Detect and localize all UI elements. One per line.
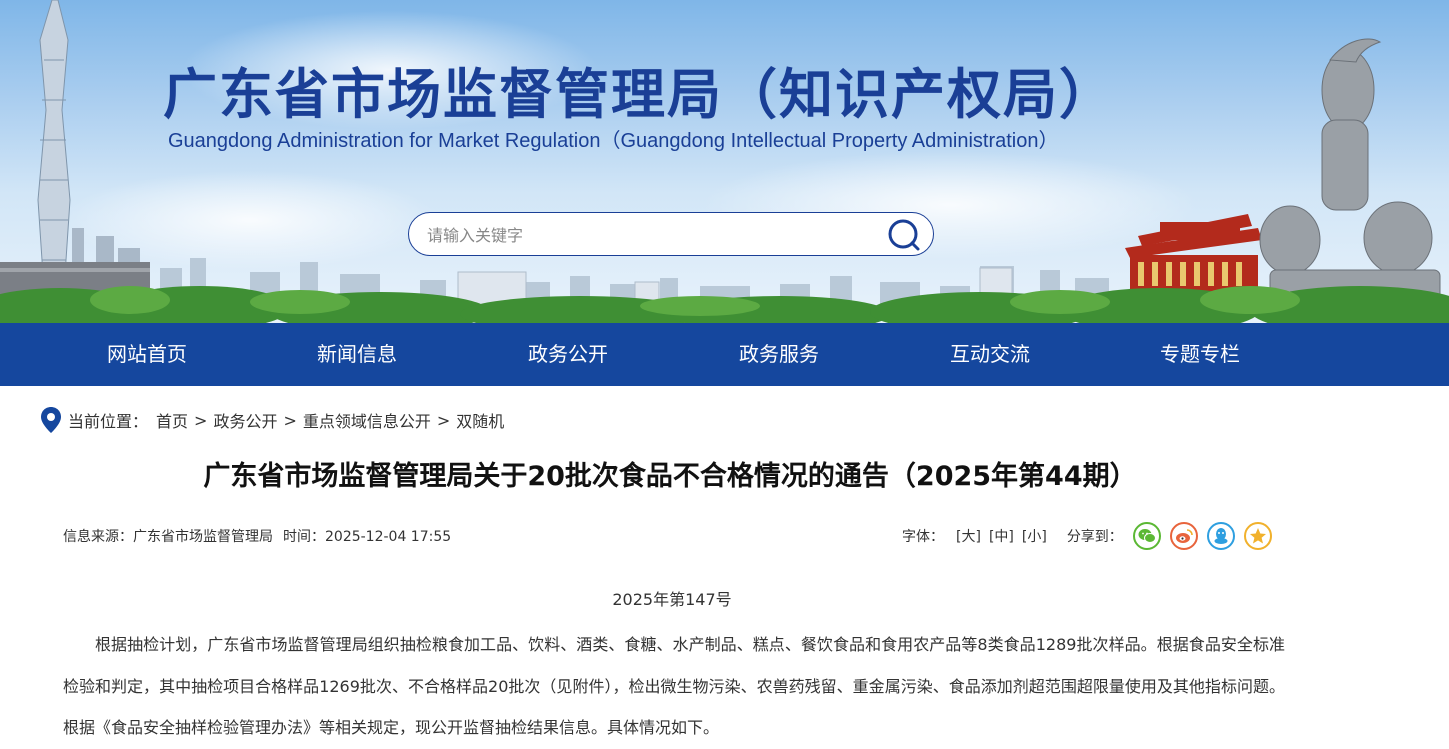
site-subtitle: Guangdong Administration for Market Regu… xyxy=(168,130,1059,152)
location-pin-icon xyxy=(41,407,61,433)
document-number: 2025年第147号 xyxy=(612,590,732,609)
site-title: 广东省市场监督管理局（知识产权局） xyxy=(163,63,1115,126)
nav-item-gov-services[interactable]: 政务服务 xyxy=(709,323,849,386)
breadcrumb-link-gov-affairs-open[interactable]: 政务公开 xyxy=(213,408,277,432)
time-value: 2025-12-04 17:55 xyxy=(325,529,452,545)
wechat-icon xyxy=(1138,529,1156,543)
qq-icon xyxy=(1214,528,1228,544)
nav-item-home[interactable]: 网站首页 xyxy=(77,323,217,386)
weibo-icon xyxy=(1175,529,1193,543)
font-size-medium-button[interactable]: [中] xyxy=(989,526,1014,546)
search-icon xyxy=(888,219,920,251)
time-label: 时间： xyxy=(283,529,325,545)
canton-tower xyxy=(37,0,71,291)
article-title: 广东省市场监督管理局关于20批次食品不合格情况的通告（2025年第44期） xyxy=(203,461,1137,492)
search-button[interactable] xyxy=(887,217,923,253)
font-size-large-button[interactable]: [大] xyxy=(956,526,981,546)
share-label: 分享到： xyxy=(1066,529,1123,545)
nav-item-gov-affairs-open[interactable]: 政务公开 xyxy=(498,323,638,386)
city-skyline-illustration xyxy=(0,0,1449,323)
breadcrumb-separator: > xyxy=(283,410,297,430)
breadcrumb-link-key-areas[interactable]: 重点领域信息公开 xyxy=(303,408,431,432)
search-box xyxy=(408,212,934,256)
breadcrumb: 当前位置： 首页 > 政务公开 > 重点领域信息公开 > 双随机 xyxy=(40,406,504,434)
breadcrumb-separator: > xyxy=(194,410,208,430)
breadcrumb-link-home[interactable]: 首页 xyxy=(156,408,188,432)
main-nav: 网站首页 新闻信息 政务公开 政务服务 互动交流 专题专栏 xyxy=(0,323,1449,386)
nav-item-news[interactable]: 新闻信息 xyxy=(287,323,427,386)
article-meta: 信息来源：广东省市场监督管理局 时间：2025-12-04 17:55 xyxy=(63,526,451,546)
five-rams-statue xyxy=(1259,38,1441,301)
header-banner: 广东省市场监督管理局（知识产权局） Guangdong Administrati… xyxy=(0,0,1449,323)
source-value: 广东省市场监督管理局 xyxy=(133,529,273,545)
share-qq-button[interactable] xyxy=(1206,522,1235,550)
article-body-paragraph: 根据抽检计划，广东省市场监督管理局组织抽检粮食加工品、饮料、酒类、食糖、水产制品… xyxy=(63,635,1285,737)
search-input[interactable] xyxy=(425,221,879,249)
font-size-label: 字体： xyxy=(902,529,944,545)
source-label: 信息来源： xyxy=(63,529,133,545)
qzone-star-icon xyxy=(1249,528,1266,544)
nav-item-interaction[interactable]: 互动交流 xyxy=(920,323,1060,386)
nav-item-special-topics[interactable]: 专题专栏 xyxy=(1130,323,1270,386)
share-wechat-button[interactable] xyxy=(1132,522,1161,550)
breadcrumb-separator: > xyxy=(436,410,451,430)
breadcrumb-prefix: 当前位置： xyxy=(68,412,149,431)
share-weibo-button[interactable] xyxy=(1169,522,1198,550)
article-tools: 字体： [大] [中] [小] 分享到： xyxy=(902,520,1281,552)
breadcrumb-link-double-random[interactable]: 双随机 xyxy=(456,408,504,432)
share-qzone-button[interactable] xyxy=(1243,522,1272,550)
font-size-small-button[interactable]: [小] xyxy=(1022,526,1047,546)
